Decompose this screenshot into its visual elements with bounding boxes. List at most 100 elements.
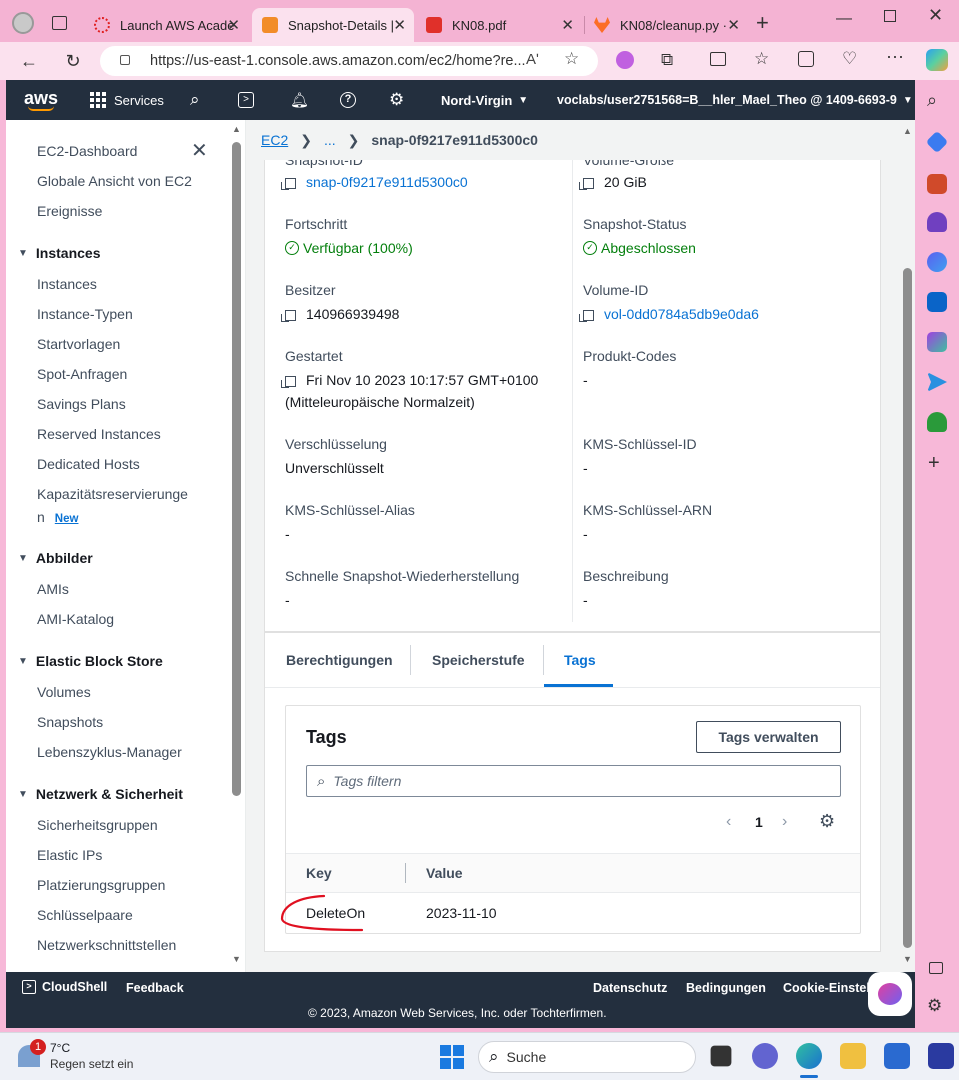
weather-desc[interactable]: Regen setzt ein [50,1057,133,1071]
account-menu[interactable]: voclabs/user2751568=B__hler_Mael_Theo @ … [557,80,913,120]
scroll-up-icon[interactable]: ▲ [232,124,241,134]
nav-link[interactable]: Platzierungsgruppen [37,877,165,893]
nav-link[interactable]: Schlüsselpaare [37,907,133,923]
scroll-down-icon[interactable]: ▼ [903,954,912,964]
favorites-icon[interactable]: ☆ [754,49,769,69]
scroll-down-icon[interactable]: ▼ [232,954,241,964]
nav-link[interactable]: Globale Ansicht von EC2 [37,173,192,189]
teams-chat-icon[interactable] [752,1043,778,1069]
nav-link[interactable]: EC2-Dashboard [37,143,137,159]
cloudshell-button[interactable]: > CloudShell [22,980,107,994]
nav-section-network[interactable]: ▼ Netzwerk & Sicherheit [18,786,183,802]
nav-link[interactable]: Snapshots [37,714,103,730]
nav-link[interactable]: Volumes [37,684,91,700]
weather-temp[interactable]: 7°C [50,1041,70,1055]
refresh-icon[interactable]: ↻ [60,48,86,74]
copy-icon[interactable] [579,177,594,190]
table-settings-gear-icon[interactable]: ⚙ [819,811,835,832]
scroll-up-icon[interactable]: ▲ [903,126,912,136]
split-screen-icon[interactable] [710,52,726,66]
feedback-link[interactable]: Feedback [126,981,184,995]
tab-berechtigungen[interactable]: Berechtigungen [286,652,393,668]
nav-link[interactable]: Spot-Anfragen [37,366,127,382]
services-menu[interactable]: Services [90,80,164,120]
browser-tab[interactable]: KN08/cleanup.py · ✕ [588,8,748,42]
edge-browser-icon[interactable] [796,1043,822,1069]
aws-logo[interactable]: aws [24,80,58,120]
shopping-tag-icon[interactable] [925,130,949,154]
send-icon[interactable] [927,372,947,392]
copilot-float-icon[interactable] [868,972,912,1016]
profile-avatar[interactable] [12,12,34,34]
tab-tags[interactable]: Tags [564,652,596,668]
copy-icon[interactable] [579,309,594,322]
copilot-icon[interactable] [926,49,948,71]
read-aloud-icon[interactable]: Aʹ [526,51,539,68]
notifications-bell-icon[interactable]: 🔔︎ [290,80,309,120]
column-key[interactable]: Key [306,865,332,881]
page-number[interactable]: 1 [755,814,763,830]
games-icon[interactable] [927,212,947,232]
minimize-icon[interactable]: — [836,10,852,28]
tab-speicherstufe[interactable]: Speicherstufe [432,652,525,668]
copilot-app-icon[interactable] [927,252,947,272]
nav-link[interactable]: AMI-Katalog [37,611,114,627]
privacy-link[interactable]: Datenschutz [593,981,667,995]
new-tab-icon[interactable]: + [756,10,769,36]
vscode-icon[interactable] [928,1043,954,1069]
toolbox-icon[interactable] [927,174,947,194]
nav-link[interactable]: Elastic IPs [37,847,102,863]
close-tab-icon[interactable]: ✕ [227,16,240,34]
close-tab-icon[interactable]: ✕ [393,16,406,34]
copilot-brain-icon[interactable] [616,51,634,69]
region-selector[interactable]: Nord-Virgin ▼ [441,80,528,120]
collections-icon[interactable] [798,51,814,67]
column-value[interactable]: Value [426,865,463,881]
nav-link[interactable]: Instance-Typen [37,306,133,322]
nav-link-continued[interactable]: n New [37,509,78,525]
browser-tab[interactable]: Launch AWS Acade ✕ [84,8,248,42]
store-icon[interactable] [884,1043,910,1069]
task-view-icon[interactable] [710,1045,732,1067]
browser-tab[interactable]: KN08.pdf ✕ [418,8,582,42]
snapshot-id-link[interactable]: snap-0f9217e911d5300c0 [306,174,468,190]
terms-link[interactable]: Bedingungen [686,981,766,995]
nav-link[interactable]: Reserved Instances [37,426,161,442]
prev-page-icon[interactable]: ‹ [726,813,731,831]
nav-link[interactable]: Sicherheitsgruppen [37,817,158,833]
tree-icon[interactable] [927,412,947,432]
nav-link[interactable]: Instances [37,276,97,292]
copy-icon[interactable] [281,177,296,190]
close-window-icon[interactable]: ✕ [928,5,943,26]
main-scrollbar[interactable] [903,268,912,948]
outlook-icon[interactable] [927,292,947,312]
settings-gear-icon[interactable]: ⚙ [927,996,942,1016]
more-menu-icon[interactable]: ··· [886,46,904,67]
extensions-icon[interactable]: ⧉ [661,50,673,70]
add-icon[interactable]: + [928,452,940,475]
nav-section-instances[interactable]: ▼ Instances [18,245,101,261]
volume-id-link[interactable]: vol-0dd0784a5db9e0da6 [604,306,759,322]
nav-section-ebs[interactable]: ▼ Elastic Block Store [18,653,163,669]
nav-link[interactable]: AMIs [37,581,69,597]
browser-tab-active[interactable]: Snapshot-Details | ✕ [252,8,414,42]
nav-link[interactable]: Kapazitätsreservierunge [37,486,188,502]
breadcrumb-ellipsis[interactable]: ... [324,132,336,148]
search-icon[interactable]: ⌕ [927,90,937,111]
favorite-star-icon[interactable]: ☆ [564,49,579,69]
close-tab-icon[interactable]: ✕ [561,16,574,34]
next-page-icon[interactable]: › [782,813,787,831]
file-explorer-icon[interactable] [840,1043,866,1069]
taskbar-search-box[interactable]: ⌕ Suche [478,1041,696,1073]
url-field[interactable]: https://us-east-1.console.aws.amazon.com… [100,46,598,76]
maximize-icon[interactable] [884,10,896,22]
breadcrumb-ec2-link[interactable]: EC2 [261,132,288,148]
back-icon[interactable]: ← [16,48,42,74]
nav-link[interactable]: Dedicated Hosts [37,456,140,472]
close-nav-icon[interactable]: ✕ [191,138,208,163]
start-windows-icon[interactable] [440,1045,464,1069]
manage-tags-button[interactable]: Tags verwalten [696,721,841,753]
browser-essentials-icon[interactable]: ♡ [842,49,857,69]
copy-icon[interactable] [281,309,296,322]
cookies-link[interactable]: Cookie-Einstell [783,981,873,995]
